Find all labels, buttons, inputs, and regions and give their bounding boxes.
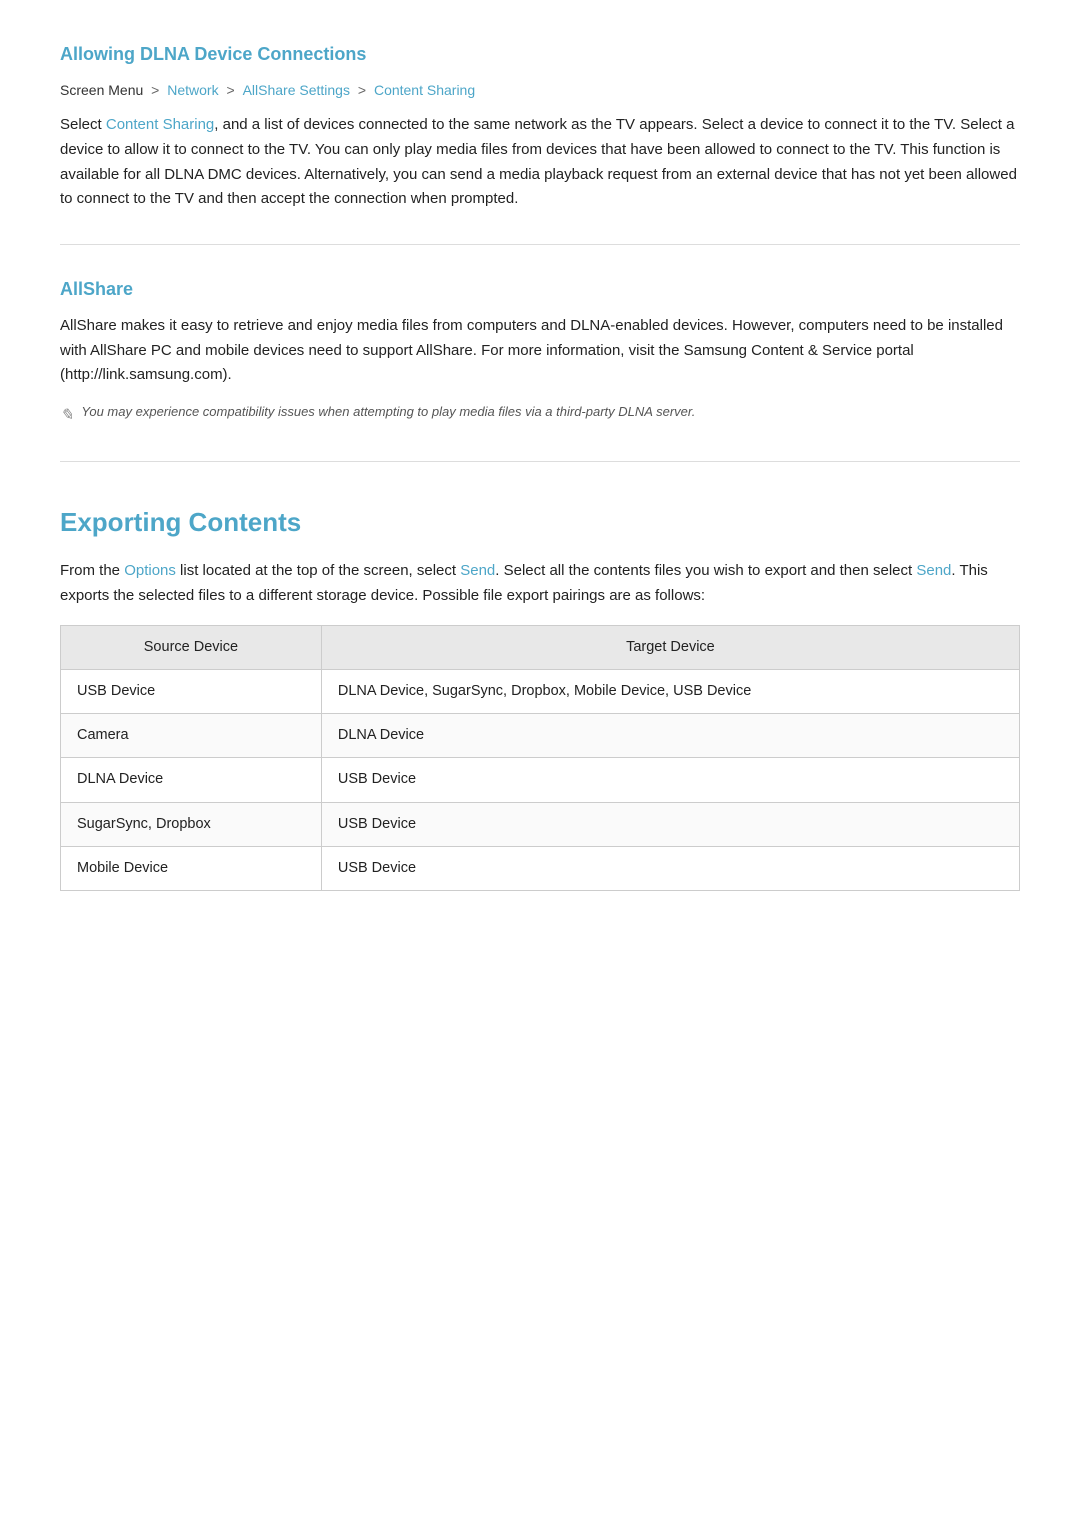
col-source-device: Source Device [61,625,322,669]
section2-body: AllShare makes it easy to retrieve and e… [60,314,1020,388]
breadcrumb-prefix: Screen Menu [60,82,143,98]
table-row: DLNA DeviceUSB Device [61,758,1020,802]
table-cell-target: DLNA Device, SugarSync, Dropbox, Mobile … [321,670,1019,714]
breadcrumb-sep2: > [227,82,239,98]
section-allshare: AllShare AllShare makes it easy to retri… [60,275,1020,429]
table-cell-source: USB Device [61,670,322,714]
content-sharing-link[interactable]: Content Sharing [106,116,214,133]
table-cell-target: USB Device [321,846,1019,890]
table-row: Mobile DeviceUSB Device [61,846,1020,890]
export-table: Source Device Target Device USB DeviceDL… [60,625,1020,891]
section1-title: Allowing DLNA Device Connections [60,40,1020,69]
section2-title: AllShare [60,275,1020,304]
section3-body: From the Options list located at the top… [60,559,1020,609]
table-cell-target: USB Device [321,758,1019,802]
table-cell-source: DLNA Device [61,758,322,802]
breadcrumb: Screen Menu > Network > AllShare Setting… [60,79,1020,101]
section3-title: Exporting Contents [60,502,1020,544]
table-cell-target: DLNA Device [321,714,1019,758]
pencil-icon: ✎ [60,403,73,429]
table-cell-target: USB Device [321,802,1019,846]
note-box: ✎ You may experience compatibility issue… [60,402,1020,429]
breadcrumb-sep3: > [358,82,370,98]
section1-body: Select Content Sharing, and a list of de… [60,113,1020,212]
table-cell-source: Camera [61,714,322,758]
divider2 [60,461,1020,462]
table-cell-source: Mobile Device [61,846,322,890]
section-exporting: Exporting Contents From the Options list… [60,502,1020,891]
breadcrumb-network[interactable]: Network [167,82,218,98]
table-row: USB DeviceDLNA Device, SugarSync, Dropbo… [61,670,1020,714]
table-row: SugarSync, DropboxUSB Device [61,802,1020,846]
options-link[interactable]: Options [124,562,176,579]
breadcrumb-sep1: > [151,82,163,98]
breadcrumb-content-sharing[interactable]: Content Sharing [374,82,475,98]
send-link-1[interactable]: Send [460,562,495,579]
breadcrumb-allshare-settings[interactable]: AllShare Settings [243,82,350,98]
table-cell-source: SugarSync, Dropbox [61,802,322,846]
divider1 [60,244,1020,245]
note-text: You may experience compatibility issues … [81,402,695,423]
col-target-device: Target Device [321,625,1019,669]
table-header-row: Source Device Target Device [61,625,1020,669]
send-link-2[interactable]: Send [916,562,951,579]
section-dlna-connections: Allowing DLNA Device Connections Screen … [60,40,1020,212]
table-row: CameraDLNA Device [61,714,1020,758]
